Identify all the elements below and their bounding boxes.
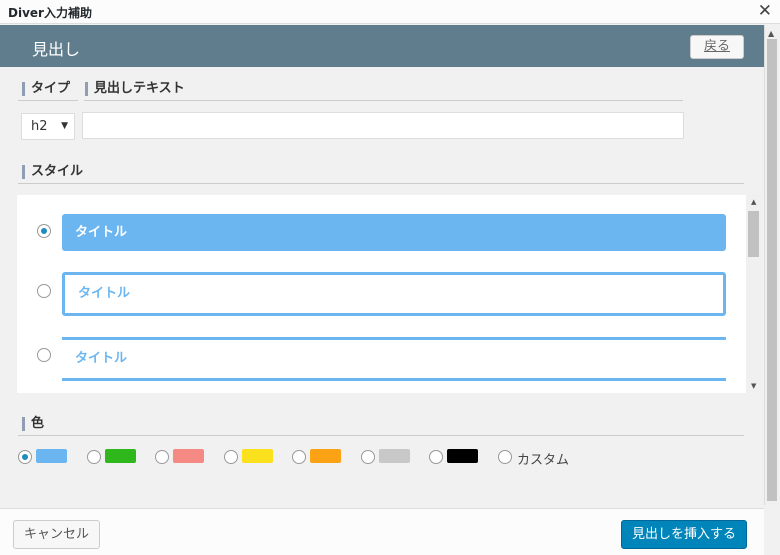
style-radio-1[interactable] — [37, 224, 51, 238]
scroll-up-icon[interactable]: ▲ — [751, 198, 756, 206]
color-swatch-4[interactable] — [242, 449, 273, 463]
color-swatch-3[interactable] — [173, 449, 204, 463]
style-radio-2[interactable] — [37, 284, 51, 298]
style-option-bordered[interactable]: タイトル — [62, 272, 726, 316]
scrollbar-thumb[interactable] — [767, 39, 777, 501]
heading-text-label-rule — [84, 100, 683, 101]
style-label-rule — [18, 183, 744, 184]
color-custom-label[interactable]: カスタム — [517, 449, 569, 468]
page-title: 見出し — [32, 40, 81, 59]
scroll-up-icon[interactable]: ▲ — [768, 29, 774, 38]
back-button[interactable]: 戻る — [690, 35, 744, 59]
color-radio-2[interactable] — [87, 450, 101, 464]
window-title: Diver入力補助 — [8, 6, 92, 20]
color-swatch-5[interactable] — [310, 449, 341, 463]
style-list-scrollbar[interactable]: ▲ ▼ — [746, 195, 762, 393]
style-option-lines[interactable]: タイトル — [62, 337, 726, 381]
insert-heading-button[interactable]: 見出しを挿入する — [621, 520, 747, 549]
color-radio-7[interactable] — [429, 450, 443, 464]
color-label-rule — [18, 435, 744, 436]
type-select-value: h2 — [31, 119, 48, 134]
cancel-button[interactable]: キャンセル — [13, 520, 100, 549]
chevron-down-icon: ▼ — [61, 121, 68, 131]
close-icon[interactable]: ✕ — [758, 0, 772, 22]
color-radio-custom[interactable] — [498, 450, 512, 464]
style-radio-3[interactable] — [37, 348, 51, 362]
window-titlebar: Diver入力補助 ✕ — [0, 0, 780, 24]
window-scrollbar[interactable]: ▲ — [764, 25, 780, 505]
color-radio-1[interactable] — [18, 450, 32, 464]
type-select[interactable]: h2 ▼ — [21, 113, 75, 140]
color-radio-5[interactable] — [292, 450, 306, 464]
heading-text-input[interactable] — [82, 112, 684, 139]
color-swatch-6[interactable] — [379, 449, 410, 463]
color-radio-4[interactable] — [224, 450, 238, 464]
type-label: タイプ — [22, 82, 70, 96]
type-label-rule — [18, 100, 78, 101]
panel-header: 見出し 戻る — [0, 25, 764, 67]
color-label: 色 — [22, 417, 44, 431]
heading-text-label: 見出しテキスト — [85, 82, 185, 96]
scrollbar-thumb[interactable] — [748, 211, 759, 257]
color-swatch-7[interactable] — [447, 449, 478, 463]
color-swatch-2[interactable] — [105, 449, 136, 463]
color-swatch-1[interactable] — [36, 449, 67, 463]
footer-bar: キャンセル 見出しを挿入する — [0, 508, 764, 555]
color-radio-3[interactable] — [155, 450, 169, 464]
scroll-down-icon[interactable]: ▼ — [751, 382, 756, 390]
style-options-list: タイトル タイトル タイトル — [17, 195, 746, 393]
style-option-filled[interactable]: タイトル — [62, 214, 726, 251]
color-radio-6[interactable] — [361, 450, 375, 464]
style-label: スタイル — [22, 165, 83, 179]
